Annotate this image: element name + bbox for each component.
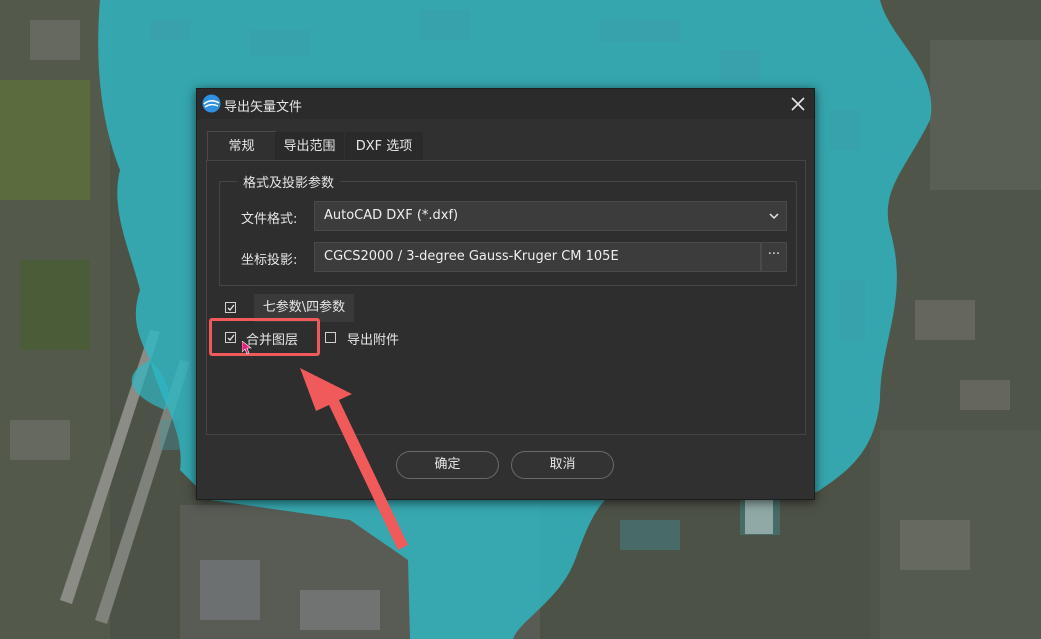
dialog-titlebar[interactable]: 导出矢量文件	[197, 89, 814, 119]
export-attachments-checkbox[interactable]	[325, 332, 336, 343]
projection-field[interactable]: CGCS2000 / 3-degree Gauss-Kruger CM 105E	[314, 242, 761, 272]
cancel-button[interactable]: 取消	[511, 451, 614, 479]
projection-browse-button[interactable]: ···	[761, 242, 787, 272]
export-attachments-label[interactable]: 导出附件	[347, 329, 399, 348]
export-vector-dialog: 导出矢量文件 常规 导出范围 DXF 选项 格式及投影参数 文件格式: Auto…	[196, 88, 815, 500]
format-select[interactable]: AutoCAD DXF (*.dxf)	[314, 201, 787, 231]
format-label: 文件格式:	[241, 212, 298, 227]
dialog-title: 导出矢量文件	[224, 100, 303, 115]
checkmark-icon	[227, 304, 235, 311]
group-title: 格式及投影参数	[237, 172, 341, 191]
app-logo-icon	[202, 94, 221, 113]
format-select-value: AutoCAD DXF (*.dxf)	[324, 208, 459, 223]
ok-button[interactable]: 确定	[396, 451, 499, 479]
tab-panel-general: 格式及投影参数 文件格式: AutoCAD DXF (*.dxf) 坐标投影: …	[206, 160, 806, 435]
tab-export-range[interactable]: 导出范围	[275, 132, 344, 161]
highlight-rectangle	[209, 318, 320, 356]
projection-label: 坐标投影:	[241, 253, 298, 268]
projection-value: CGCS2000 / 3-degree Gauss-Kruger CM 105E	[324, 249, 619, 264]
mouse-cursor-icon	[242, 341, 252, 355]
close-icon[interactable]	[788, 94, 808, 114]
seven-param-checkbox[interactable]	[225, 302, 236, 313]
tab-dxf-options[interactable]: DXF 选项	[345, 132, 423, 161]
chevron-down-icon	[769, 213, 779, 220]
tab-general[interactable]: 常规	[207, 131, 276, 162]
